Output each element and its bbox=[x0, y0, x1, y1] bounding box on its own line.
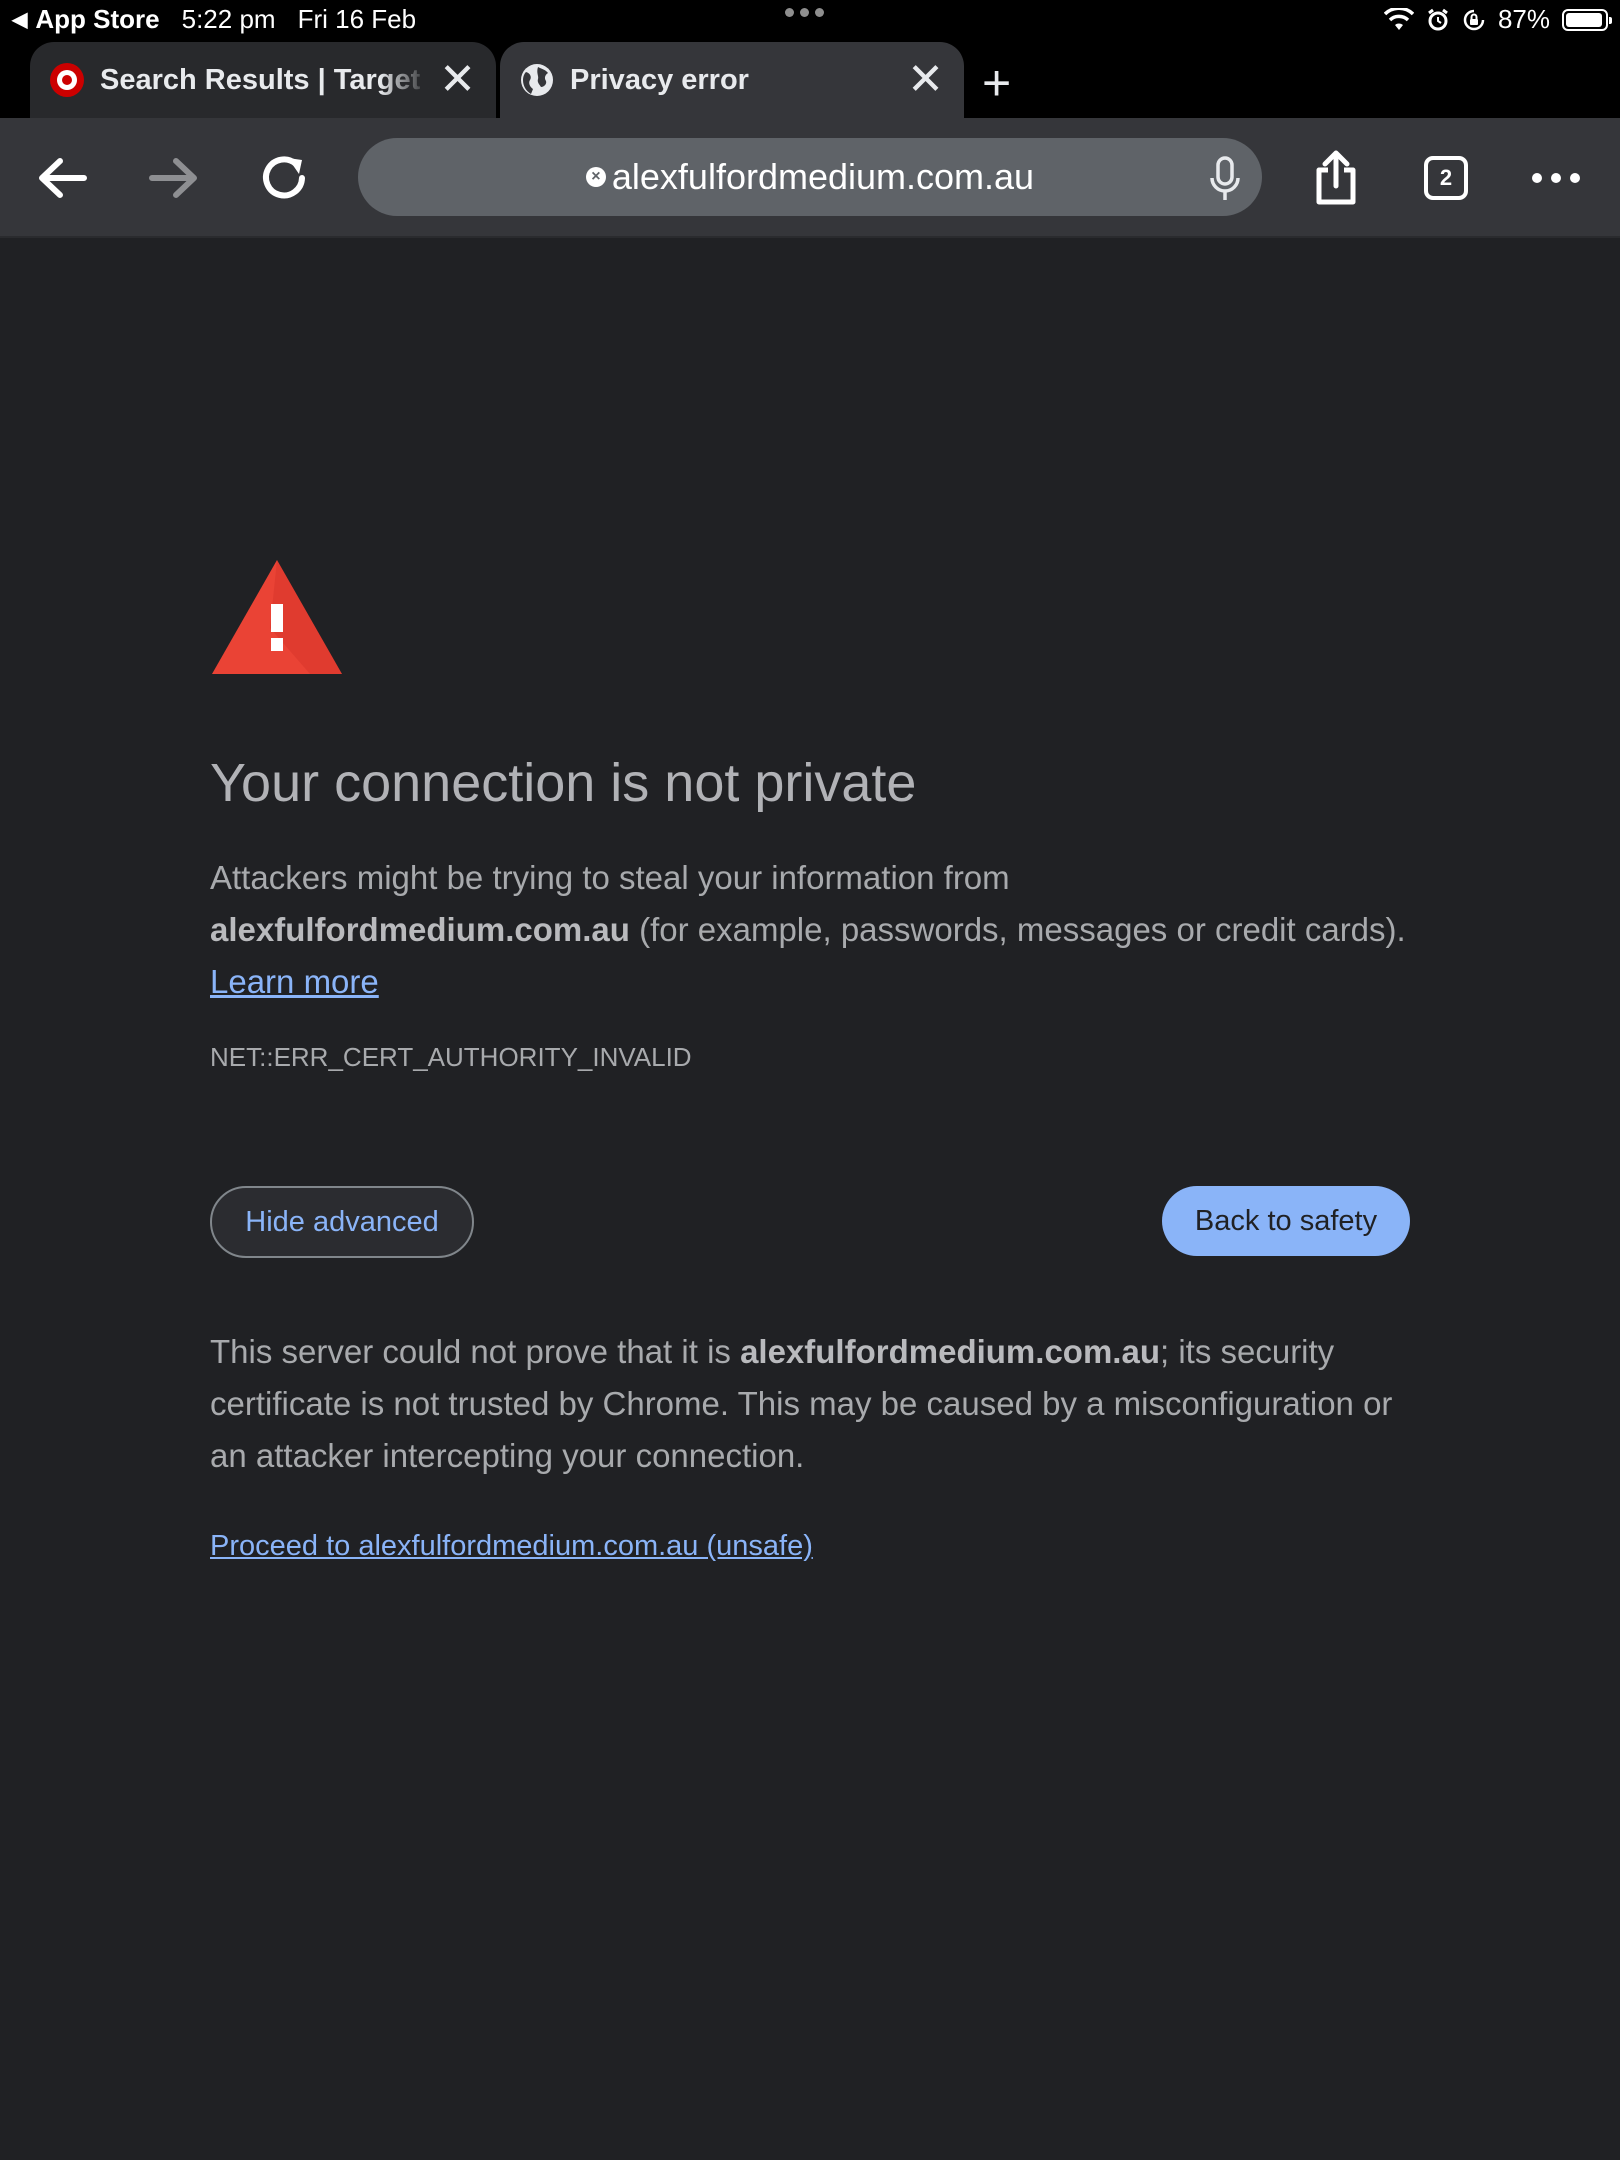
multitasking-dots-icon[interactable] bbox=[785, 8, 824, 17]
proceed-unsafe-link[interactable]: Proceed to alexfulfordmedium.com.au (uns… bbox=[210, 1530, 813, 1563]
target-logo-icon bbox=[50, 63, 84, 97]
new-tab-icon[interactable]: + bbox=[982, 58, 1011, 108]
not-secure-icon[interactable]: × bbox=[585, 167, 606, 187]
warning-triangle-icon bbox=[212, 560, 342, 674]
tab-count: 2 bbox=[1424, 156, 1468, 200]
globe-icon bbox=[521, 64, 553, 96]
tab-strip: Search Results | Target Australia ✕ Priv… bbox=[0, 40, 1620, 118]
orientation-lock-icon bbox=[1463, 9, 1485, 30]
reload-icon[interactable] bbox=[252, 146, 316, 210]
forward-arrow-icon[interactable] bbox=[142, 146, 206, 210]
domain-name: alexfulfordmedium.com.au bbox=[210, 911, 630, 948]
battery-icon bbox=[1562, 8, 1612, 31]
close-tab-icon[interactable]: ✕ bbox=[907, 58, 944, 102]
tab-title: Privacy error bbox=[570, 63, 749, 96]
status-time: 5:22 pm bbox=[181, 4, 276, 34]
microphone-icon[interactable] bbox=[1208, 156, 1242, 202]
tab-switcher-button[interactable]: 2 bbox=[1414, 146, 1478, 210]
advanced-details: This server could not prove that it is a… bbox=[210, 1333, 1393, 1474]
status-bar: ◀ App Store 5:22 pm Fri 16 Feb 87% bbox=[0, 0, 1620, 40]
domain-name: alexfulfordmedium.com.au bbox=[740, 1333, 1160, 1370]
wifi-icon bbox=[1383, 7, 1414, 30]
tab-target-search[interactable]: Search Results | Target Australia ✕ bbox=[30, 42, 496, 118]
hide-advanced-button[interactable]: Hide advanced bbox=[210, 1186, 474, 1258]
page-title: Your connection is not private bbox=[210, 753, 917, 813]
more-menu-icon[interactable] bbox=[1524, 146, 1588, 210]
battery-percent: 87% bbox=[1497, 4, 1550, 34]
back-to-app-icon[interactable]: ◀ bbox=[12, 7, 27, 32]
alarm-icon bbox=[1428, 8, 1448, 30]
back-app-label[interactable]: App Store bbox=[35, 4, 159, 35]
tab-title: Search Results | Target Australia bbox=[100, 63, 429, 96]
address-bar[interactable]: × alexfulfordmedium.com.au bbox=[358, 138, 1262, 216]
close-tab-icon[interactable]: ✕ bbox=[439, 58, 476, 102]
back-arrow-icon[interactable] bbox=[30, 146, 94, 210]
url-text: alexfulfordmedium.com.au bbox=[611, 156, 1035, 197]
back-to-safety-button[interactable]: Back to safety bbox=[1162, 1186, 1410, 1256]
browser-toolbar: × alexfulfordmedium.com.au 2 bbox=[0, 118, 1620, 238]
intro-paragraph: Attackers might be trying to steal your … bbox=[210, 859, 1406, 1000]
error-code: NET::ERR_CERT_AUTHORITY_INVALID bbox=[210, 1042, 692, 1072]
share-icon[interactable] bbox=[1304, 146, 1368, 210]
tab-privacy-error[interactable]: Privacy error ✕ bbox=[500, 42, 964, 118]
status-date: Fri 16 Feb bbox=[297, 4, 417, 34]
learn-more-link[interactable]: Learn more bbox=[210, 963, 379, 1000]
